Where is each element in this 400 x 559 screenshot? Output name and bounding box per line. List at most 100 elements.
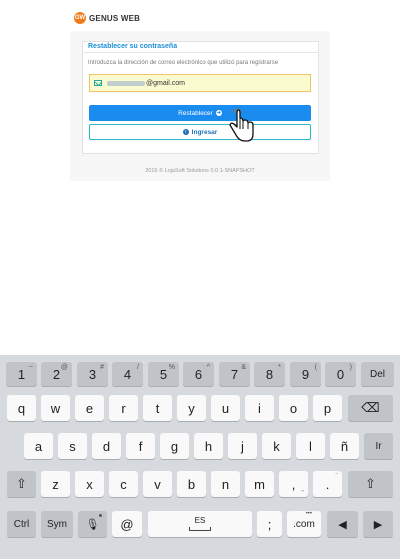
mic-key[interactable]: 🎙	[78, 511, 107, 537]
key-v[interactable]: v	[143, 471, 172, 497]
key-f[interactable]: f	[126, 433, 155, 459]
key-g[interactable]: g	[160, 433, 189, 459]
key-m[interactable]: m	[245, 471, 274, 497]
key-2[interactable]: 2 @	[41, 362, 72, 386]
key-3[interactable]: 3 #	[77, 362, 108, 386]
key-h[interactable]: h	[194, 433, 223, 459]
key-o[interactable]: o	[279, 395, 308, 421]
microphone-icon: 🎙	[85, 518, 100, 531]
key-n[interactable]: n	[211, 471, 240, 497]
arrow-right-icon: ▶	[373, 518, 383, 531]
reset-button[interactable]: Restablecer ➜	[89, 105, 311, 121]
panel-description: Introduzca la dirección de correo electr…	[88, 60, 279, 66]
settings-dot-icon	[99, 514, 102, 517]
sym-key[interactable]: Sym	[41, 511, 73, 537]
key-d[interactable]: d	[92, 433, 121, 459]
key-i[interactable]: i	[245, 395, 274, 421]
key-c[interactable]: c	[109, 471, 138, 497]
dotcom-key[interactable]: .com •••	[287, 511, 321, 537]
key-label: ,	[291, 476, 296, 492]
key-z[interactable]: z	[41, 471, 70, 497]
key-x[interactable]: x	[75, 471, 104, 497]
key-e[interactable]: e	[75, 395, 104, 421]
key-u[interactable]: u	[211, 395, 240, 421]
key-sup: #	[100, 364, 104, 371]
hand-cursor-icon	[229, 108, 254, 142]
key-1[interactable]: 1 ~	[6, 362, 37, 386]
key-r[interactable]: r	[109, 395, 138, 421]
chevron-left-icon: ‹	[182, 129, 189, 135]
semicolon-key[interactable]: ;	[257, 511, 282, 537]
space-key[interactable]: ES	[148, 511, 252, 537]
shift-key[interactable]: ⇧	[7, 471, 36, 497]
key-b[interactable]: b	[177, 471, 206, 497]
key-6[interactable]: 6 ^	[183, 362, 214, 386]
backspace-key[interactable]: ⌫	[348, 395, 393, 421]
key-5[interactable]: 5%	[148, 362, 179, 386]
key-9[interactable]: 9(	[290, 362, 321, 386]
panel-title: Restablecer su contraseña	[88, 43, 178, 50]
arrow-left-icon: ◀	[338, 518, 347, 531]
shift-icon: ⇧	[365, 476, 376, 491]
key-label: 6	[194, 366, 203, 382]
app-root: GW GENUS WEB Restablecer su contraseña I…	[0, 0, 400, 559]
key-sup: @	[60, 364, 68, 371]
onscreen-keyboard: 1 ~ 2 @ 3 # 4/ 5% 6 ^ 7 & 8 * 9( 0) Del q w e …	[0, 355, 400, 559]
key-l[interactable]: l	[296, 433, 325, 459]
email-field[interactable]: @gmail.com	[89, 74, 311, 92]
key-k[interactable]: k	[262, 433, 291, 459]
login-button-label: Ingresar	[191, 128, 218, 136]
key-label: 2	[52, 366, 61, 382]
shift-icon: ⇧	[16, 476, 27, 491]
key-label: 4	[123, 366, 132, 382]
key-0[interactable]: 0)	[325, 362, 356, 386]
login-button[interactable]: ‹ Ingresar	[89, 124, 311, 140]
key-label: 9	[301, 366, 310, 382]
ctrl-key[interactable]: Ctrl	[7, 511, 36, 537]
key-n-tilde[interactable]: ñ	[330, 433, 359, 459]
key-sup: ¨	[335, 473, 338, 480]
key-y[interactable]: y	[177, 395, 206, 421]
at-key[interactable]: @	[112, 511, 142, 537]
key-sup: %	[168, 364, 175, 371]
key-sup: /	[137, 364, 139, 371]
key-sup: (	[314, 364, 317, 371]
space-bar-icon	[189, 527, 211, 531]
key-p[interactable]: p	[313, 395, 342, 421]
envelope-icon	[94, 80, 102, 86]
footer-text: 2016 © LojaSoft Solutions 0.0.1-SNAPSHOT	[145, 168, 255, 174]
key-t[interactable]: t	[143, 395, 172, 421]
go-key[interactable]: Ir	[364, 433, 393, 459]
key-label: 5	[159, 366, 168, 382]
arrow-right-icon: ➜	[215, 110, 222, 116]
delete-key[interactable]: Del	[361, 362, 394, 386]
reset-panel: Restablecer su contraseña Introduzca la …	[82, 41, 319, 154]
key-sup: ~	[28, 364, 33, 371]
key-label: Del	[369, 368, 385, 380]
key-q[interactable]: q	[7, 395, 36, 421]
key-label: 1	[17, 366, 26, 382]
key-sup: &	[241, 364, 246, 371]
brand-name: GENUS WEB	[89, 13, 141, 23]
key-label: .	[325, 476, 330, 492]
key-s[interactable]: s	[58, 433, 87, 459]
key-a[interactable]: a	[24, 433, 53, 459]
key-j[interactable]: j	[228, 433, 257, 459]
key-7[interactable]: 7 &	[219, 362, 250, 386]
key-4[interactable]: 4/	[112, 362, 143, 386]
key-w[interactable]: w	[41, 395, 70, 421]
cursor-left-key[interactable]: ◀	[327, 511, 358, 537]
key-8[interactable]: 8 *	[254, 362, 285, 386]
period-key[interactable]: . ¨	[313, 471, 342, 497]
cursor-right-key[interactable]: ▶	[363, 511, 393, 537]
email-redacted-username	[107, 80, 145, 86]
email-value: @gmail.com	[146, 79, 186, 87]
comma-key[interactable]: ,-	[279, 471, 308, 497]
key-sup: *	[278, 364, 281, 371]
key-sub: -	[301, 486, 304, 495]
key-sup: ^	[206, 364, 210, 371]
key-label: 3	[88, 366, 97, 382]
shift-right-key[interactable]: ⇧	[348, 471, 393, 497]
key-sup: )	[349, 364, 352, 371]
app-header: GW GENUS WEB	[70, 10, 330, 26]
